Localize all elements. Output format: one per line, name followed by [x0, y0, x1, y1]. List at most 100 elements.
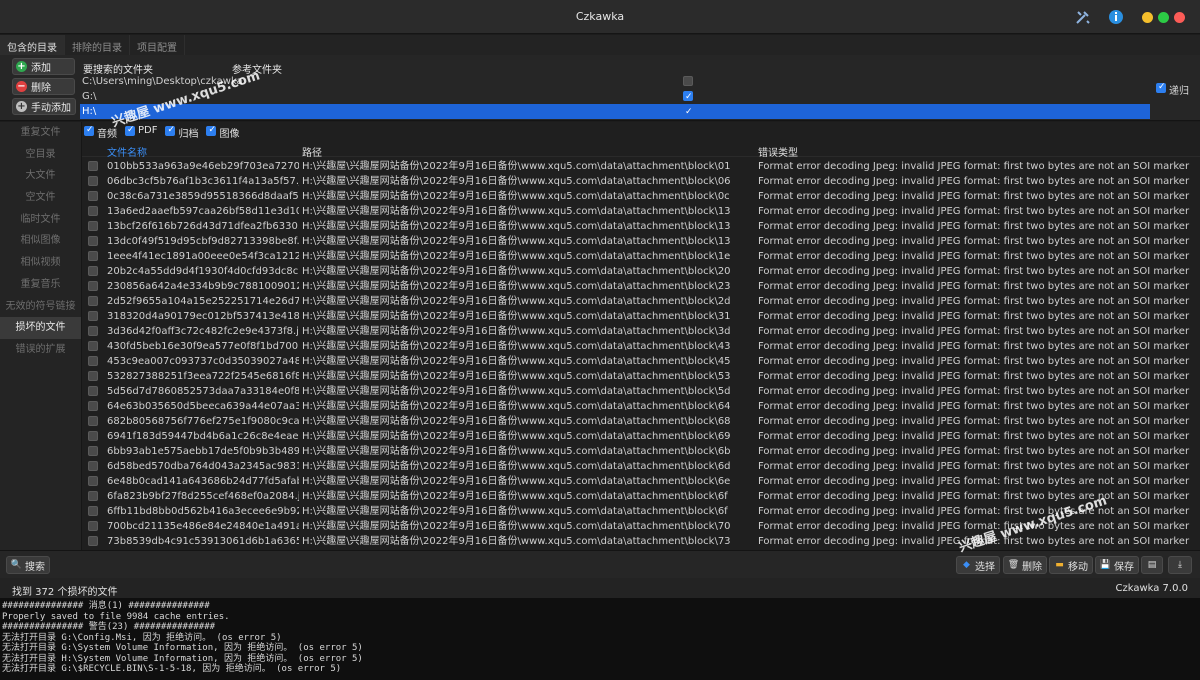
remove-dir-button[interactable]: − 删除 [12, 78, 75, 95]
row-checkbox[interactable] [88, 266, 98, 276]
filter-pdf-checkbox[interactable] [125, 125, 135, 136]
table-row[interactable]: 6941f183d59447bd4b6a1c26c8e4eaee.jpgH:\兴… [82, 429, 1200, 444]
sidebar-item-similar-images[interactable]: 相似图像 [0, 230, 81, 252]
sidebar-item-similar-videos[interactable]: 相似视频 [0, 252, 81, 274]
table-row[interactable]: 1eee4f41ec1891a00eee0e54f3ca1212.jpg H:\兴… [82, 249, 1200, 264]
sidebar-item-broken-symlinks[interactable]: 无效的符号链接 [0, 296, 81, 318]
table-row[interactable]: 2d52f9655a104a15e252251714e26d78.jpgH:\兴… [82, 294, 1200, 309]
table-row[interactable]: 13a6ed2aaefb597caa26bf58d11e3d10.jpgH:\兴… [82, 204, 1200, 219]
row-checkbox[interactable] [88, 506, 98, 516]
reference-checkbox[interactable] [683, 105, 693, 120]
hardlink-button[interactable]: ▤ [1141, 556, 1163, 574]
tools-icon[interactable] [1075, 9, 1091, 25]
table-row[interactable]: 06dbc3cf5b76af1b3c3611f4a13a5f57.jpg H:\兴… [82, 174, 1200, 189]
col-header-filename[interactable]: 文件名称 [107, 144, 147, 159]
manual-add-dir-button[interactable]: + 手动添加 [12, 98, 76, 115]
reference-checkbox[interactable] [683, 76, 693, 86]
info-icon[interactable] [1108, 9, 1124, 25]
table-row[interactable]: 453c9ea007c093737c0d35039027a482.jpgH:\兴… [82, 354, 1200, 369]
close-button[interactable] [1174, 12, 1185, 23]
table-row[interactable]: 532827388251f3eea722f2545e6816f8.jpg H:\兴… [82, 369, 1200, 384]
table-row[interactable]: 430fd5beb16e30f9ea577e0f8f1bd700.jpg H:\兴… [82, 339, 1200, 354]
table-row[interactable]: 73b8539db4c91c53913061d6b1a6365b.jpgH:\兴… [82, 534, 1200, 549]
row-checkbox[interactable] [88, 386, 98, 396]
reference-checkbox[interactable] [683, 90, 693, 105]
row-checkbox[interactable] [88, 371, 98, 381]
sidebar-item-empty-files[interactable]: 空文件 [0, 187, 81, 209]
table-row[interactable]: 13dc0f49f519d95cbf9d82713398be8f.jpg H:\兴… [82, 234, 1200, 249]
filter-image[interactable]: 图像 [206, 125, 239, 140]
table-row[interactable]: 5d56d7d7860852573daa7a33184e0f85.jpgH:\兴… [82, 384, 1200, 399]
table-row[interactable]: 318320d4a90179ec012bf537413e4188.jpgH:\兴… [82, 309, 1200, 324]
filter-image-checkbox[interactable] [206, 125, 217, 136]
row-checkbox[interactable] [88, 191, 98, 201]
row-checkbox[interactable] [88, 431, 98, 441]
table-row[interactable]: 0c38c6a731e3859d95518366d8daaf51.jpgH:\兴… [82, 189, 1200, 204]
maximize-button[interactable] [1158, 12, 1169, 23]
filter-pdf[interactable]: PDF [125, 125, 157, 139]
delete-button[interactable]: 🗑 删除 [1003, 556, 1047, 574]
table-row[interactable]: 010bb533a963a9e46eb29f703ea7270d.jpgH:\兴… [82, 159, 1200, 174]
table-row[interactable]: 682b80568756f776ef275e1f9080c9ca.jpg H:\兴… [82, 414, 1200, 429]
row-checkbox[interactable] [88, 326, 98, 336]
table-row[interactable]: 64e63b035650d5beeca639a44e07aa3c.jpgH:\兴… [82, 399, 1200, 414]
row-checkbox[interactable] [88, 536, 98, 546]
table-row[interactable]: 3d36d42f0aff3c72c482fc2e9e4373f8.jpg H:\兴… [82, 324, 1200, 339]
sidebar-item-temp-files[interactable]: 临时文件 [0, 209, 81, 231]
tab-excluded-dirs[interactable]: 排除的目录 [65, 35, 130, 55]
row-checkbox[interactable] [88, 401, 98, 411]
row-checkbox[interactable] [88, 521, 98, 531]
recursive-toggle[interactable]: 递归 [1156, 82, 1189, 97]
row-checkbox[interactable] [88, 161, 98, 171]
sidebar-item-bad-extensions[interactable]: 错误的扩展 [0, 339, 81, 361]
dir-row[interactable]: H:\ [80, 104, 1150, 120]
sidebar-item-big-files[interactable]: 大文件 [0, 165, 81, 187]
row-checkbox[interactable] [88, 491, 98, 501]
row-checkbox[interactable] [88, 446, 98, 456]
row-checkbox[interactable] [88, 221, 98, 231]
row-checkbox[interactable] [88, 476, 98, 486]
col-header-path[interactable]: 路径 [302, 144, 322, 159]
row-checkbox[interactable] [88, 416, 98, 426]
filter-audio-checkbox[interactable] [84, 125, 94, 136]
search-button[interactable]: 🔍 搜索 [6, 556, 50, 574]
sidebar-item-duplicates[interactable]: 重复文件 [0, 122, 81, 144]
row-checkbox[interactable] [88, 356, 98, 366]
tab-item-config[interactable]: 项目配置 [130, 35, 185, 55]
table-row[interactable]: 6e48b0cad141a643686b24d77fd5afab.jpgH:\兴… [82, 474, 1200, 489]
row-checkbox[interactable] [88, 296, 98, 306]
select-button[interactable]: ◆ 选择 [956, 556, 1000, 574]
add-dir-button[interactable]: + 添加 [12, 58, 75, 75]
save-button[interactable]: 💾 保存 [1095, 556, 1139, 574]
table-row[interactable]: 230856a642a4e334b9b9c78810090124.jpgH:\兴… [82, 279, 1200, 294]
col-header-error[interactable]: 错误类型 [758, 144, 798, 159]
dir-row[interactable]: G:\ [80, 89, 1150, 105]
table-row[interactable]: 6d58bed570dba764d043a2345ac98311.jpgH:\兴… [82, 459, 1200, 474]
results-list[interactable]: 010bb533a963a9e46eb29f703ea7270d.jpgH:\兴… [82, 159, 1200, 550]
row-checkbox[interactable] [88, 236, 98, 246]
table-row[interactable]: 6bb93ab1e575aebb17de5f0b9b3b4893.jpgH:\兴… [82, 444, 1200, 459]
row-checkbox[interactable] [88, 251, 98, 261]
sidebar-item-broken-files[interactable]: 损坏的文件 [0, 317, 81, 339]
move-button[interactable]: ▬ 移动 [1049, 556, 1093, 574]
filter-archive[interactable]: 归档 [165, 125, 198, 140]
row-checkbox[interactable] [88, 341, 98, 351]
recursive-checkbox[interactable] [1156, 82, 1166, 93]
table-row[interactable]: 13bcf26f616b726d43d71dfea2fb6330.jpg H:\兴… [82, 219, 1200, 234]
sidebar-item-duplicate-music[interactable]: 重复音乐 [0, 274, 81, 296]
filter-archive-checkbox[interactable] [165, 125, 176, 136]
row-checkbox[interactable] [88, 281, 98, 291]
cell-filename: 0c38c6a731e3859d95518366d8daaf51.jpg [107, 191, 299, 202]
row-checkbox[interactable] [88, 461, 98, 471]
sidebar-item-empty-folders[interactable]: 空目录 [0, 144, 81, 166]
filter-audio[interactable]: 音频 [84, 125, 117, 140]
table-row[interactable]: 6fa823b9bf27f8d255cef468ef0a2084.jpg H:\兴… [82, 489, 1200, 504]
tab-included-dirs[interactable]: 包含的目录 [0, 35, 65, 55]
row-checkbox[interactable] [88, 311, 98, 321]
symlink-button[interactable]: ⤓ [1168, 556, 1192, 574]
row-checkbox[interactable] [88, 176, 98, 186]
table-row[interactable]: 20b2c4a55dd9d4f1930f4d0cfd93dc8c.jpg H:\兴… [82, 264, 1200, 279]
log-output[interactable]: ############### 消息(1) ############### Pro… [0, 598, 1200, 680]
row-checkbox[interactable] [88, 206, 98, 216]
minimize-button[interactable] [1142, 12, 1153, 23]
